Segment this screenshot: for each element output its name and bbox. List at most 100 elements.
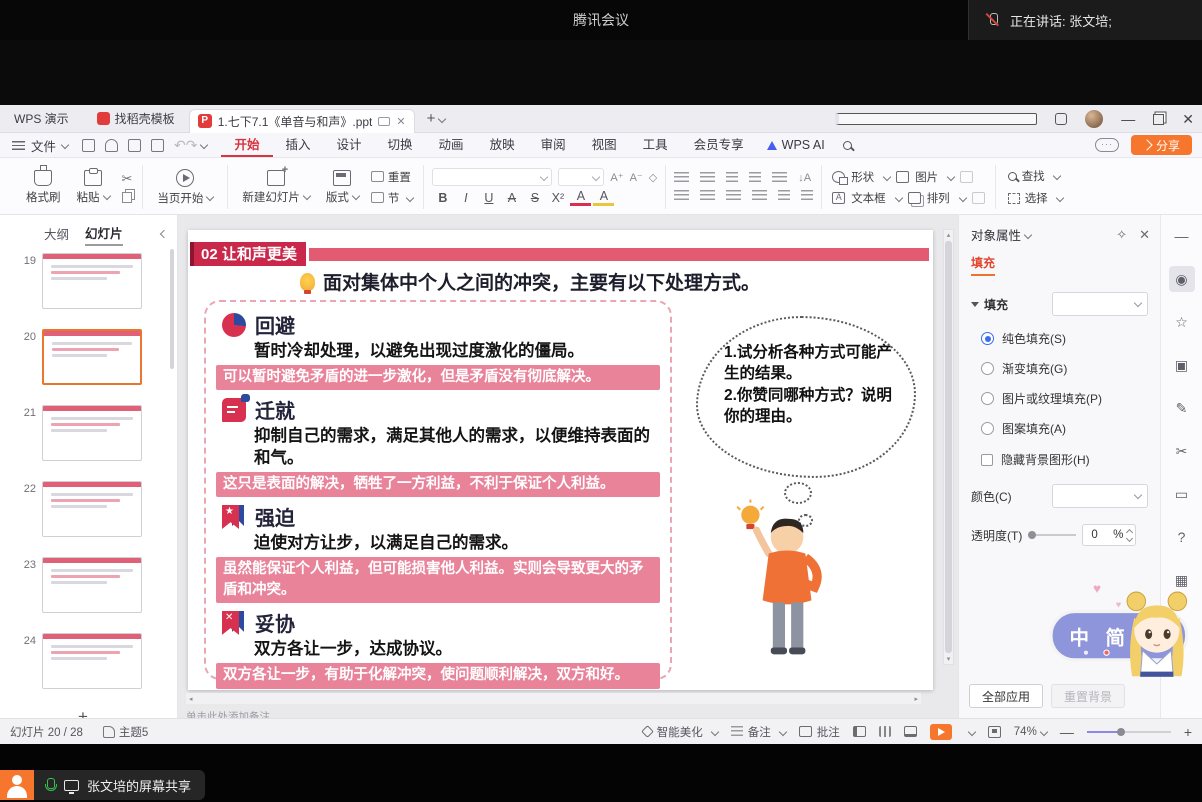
align-center-icon[interactable] (700, 190, 715, 202)
text-highlight-icon[interactable] (772, 172, 787, 184)
collapse-sidebar-icon[interactable] (159, 229, 167, 237)
text-direction-icon[interactable] (801, 190, 813, 202)
restore-button[interactable] (1153, 114, 1164, 125)
fill-option[interactable]: 纯色填充(S) (981, 330, 1160, 347)
cut-tool-icon[interactable]: ✂ (1169, 438, 1195, 464)
color-select[interactable] (1052, 484, 1148, 508)
picture-button[interactable]: 图片 (915, 169, 938, 185)
cut-icon[interactable]: ✂ (122, 171, 133, 187)
slide-thumbnail[interactable] (42, 253, 142, 309)
workspace-icon[interactable] (1055, 113, 1067, 125)
slide[interactable]: 02 让和声更美 面对集体中个人之间的冲突，主要有以下处理方式。 回避 暂时冷却… (188, 230, 933, 690)
slide-thumbnail[interactable] (42, 481, 142, 537)
menu-item[interactable]: 视图 (579, 133, 630, 157)
tab-list-chevron-icon[interactable] (438, 114, 446, 122)
bullet-list-icon[interactable] (674, 172, 689, 184)
menu-item[interactable]: 设计 (324, 133, 375, 157)
indent-increase-icon[interactable] (749, 172, 761, 184)
fill-option[interactable]: 图案填充(A) (981, 420, 1160, 437)
chart-icon[interactable] (960, 171, 973, 183)
smart-beautify-button[interactable]: 智能美化 (643, 724, 718, 740)
zoom-in-button[interactable]: + (1184, 724, 1192, 740)
fill-option[interactable]: 图片或纹理填充(P) (981, 390, 1160, 407)
shapes-button[interactable]: 形状 (851, 169, 874, 185)
selection-pane-icon[interactable]: ▭ (1169, 481, 1195, 507)
increase-font-icon[interactable]: A⁺ (610, 171, 623, 184)
clear-format-icon[interactable]: ◇ (649, 171, 657, 184)
indent-decrease-icon[interactable] (726, 172, 738, 184)
save-icon[interactable] (82, 139, 95, 152)
align-left-icon[interactable] (674, 190, 689, 202)
slide-thumbnail[interactable] (42, 633, 142, 689)
preview-icon[interactable] (151, 139, 164, 152)
menu-item[interactable]: 插入 (273, 133, 324, 157)
section-button[interactable]: 节 (371, 190, 414, 206)
share-button[interactable]: 分享 (1131, 135, 1192, 155)
print-icon[interactable] (128, 139, 141, 152)
minimize-button[interactable]: — (1121, 113, 1135, 125)
template-tab[interactable]: 找稻壳模板 (83, 110, 189, 127)
shape-library-icon[interactable]: ▣ (1169, 352, 1195, 378)
slides-tab[interactable]: 幻灯片 (85, 223, 123, 244)
notes-button[interactable]: 备注 (731, 724, 786, 740)
file-menu[interactable]: 文件 (31, 136, 56, 155)
font-style-button[interactable]: S (524, 191, 545, 205)
hamburger-icon[interactable] (12, 141, 25, 150)
slide-thumbnail[interactable] (42, 557, 142, 613)
expand-triangle-icon[interactable] (971, 302, 979, 307)
font-style-button[interactable]: A (501, 191, 522, 205)
history-chevron-icon[interactable] (200, 141, 208, 149)
outline-tab[interactable]: 大纲 (44, 224, 69, 243)
normal-view-icon[interactable] (853, 726, 866, 737)
font-size-select[interactable] (558, 168, 604, 186)
new-tab-button[interactable]: + (427, 110, 436, 127)
find-button[interactable]: 查找 (1008, 168, 1063, 184)
fill-tab[interactable]: 填充 (971, 254, 995, 276)
font-style-button[interactable]: U (478, 191, 499, 205)
close-window-button[interactable]: ✕ (1182, 113, 1194, 125)
font-style-button[interactable]: A (593, 190, 614, 206)
new-slide-button[interactable]: 新建幻灯片 (238, 170, 314, 205)
layout-button[interactable]: 版式 (322, 170, 363, 205)
edit-pen-icon[interactable]: ✎ (1169, 395, 1195, 421)
reset-background-button[interactable]: 重置背景 (1051, 684, 1125, 708)
apply-all-button[interactable]: 全部应用 (969, 684, 1043, 708)
zoom-out-button[interactable]: — (1060, 724, 1074, 740)
cloud-more-icon[interactable]: ··· (1095, 138, 1119, 152)
star-recommend-icon[interactable]: ☆ (1169, 309, 1195, 335)
slideshow-chevron-icon[interactable] (968, 727, 976, 735)
zoom-level[interactable]: 74% (1014, 726, 1047, 738)
pin-icon[interactable]: ✧ (1116, 227, 1127, 243)
font-style-button[interactable]: B (432, 191, 453, 205)
fill-preset-select[interactable] (1052, 292, 1148, 316)
object-properties-icon[interactable]: ◉ (1169, 266, 1195, 292)
document-tab[interactable]: P 1.七下7.1《单音与和声》.ppt ✕ (189, 109, 415, 133)
close-panel-icon[interactable]: ✕ (1139, 227, 1150, 243)
line-spacing-icon[interactable]: ↓A (798, 172, 811, 184)
spinner-arrows-icon[interactable] (1127, 530, 1132, 541)
vertical-scrollbar[interactable]: ▴▾ (943, 229, 954, 665)
layout-toggle-icon[interactable] (835, 113, 1037, 125)
menu-item[interactable]: 放映 (477, 133, 528, 157)
horizontal-scrollbar[interactable]: ◂▸ (186, 693, 921, 704)
zoom-slider[interactable] (1087, 731, 1171, 733)
menu-item[interactable]: 动画 (426, 133, 477, 157)
close-tab-icon[interactable]: ✕ (396, 115, 405, 128)
columns-icon[interactable] (778, 190, 790, 202)
reset-button[interactable]: 重置 (371, 169, 414, 185)
transparency-slider[interactable] (1028, 534, 1076, 536)
app-home-tab[interactable]: WPS 演示 (0, 110, 83, 127)
copy-icon[interactable] (122, 192, 132, 203)
align-justify-icon[interactable] (752, 190, 767, 202)
wps-ai-menu[interactable]: WPS AI (757, 138, 835, 152)
panel-chevron-icon[interactable] (1024, 230, 1032, 238)
align-right-icon[interactable] (726, 190, 741, 202)
output-icon[interactable] (105, 139, 118, 152)
transparency-spinner[interactable]: 0 % (1082, 524, 1136, 546)
hide-background-option[interactable]: 隐藏背景图形(H) (981, 451, 1160, 468)
decrease-font-icon[interactable]: A⁻ (630, 171, 643, 184)
slide-sorter-icon[interactable] (879, 726, 891, 737)
play-from-current-button[interactable]: 当页开始 (153, 169, 217, 206)
font-family-select[interactable] (432, 168, 552, 186)
slide-thumbnail[interactable] (42, 329, 142, 385)
